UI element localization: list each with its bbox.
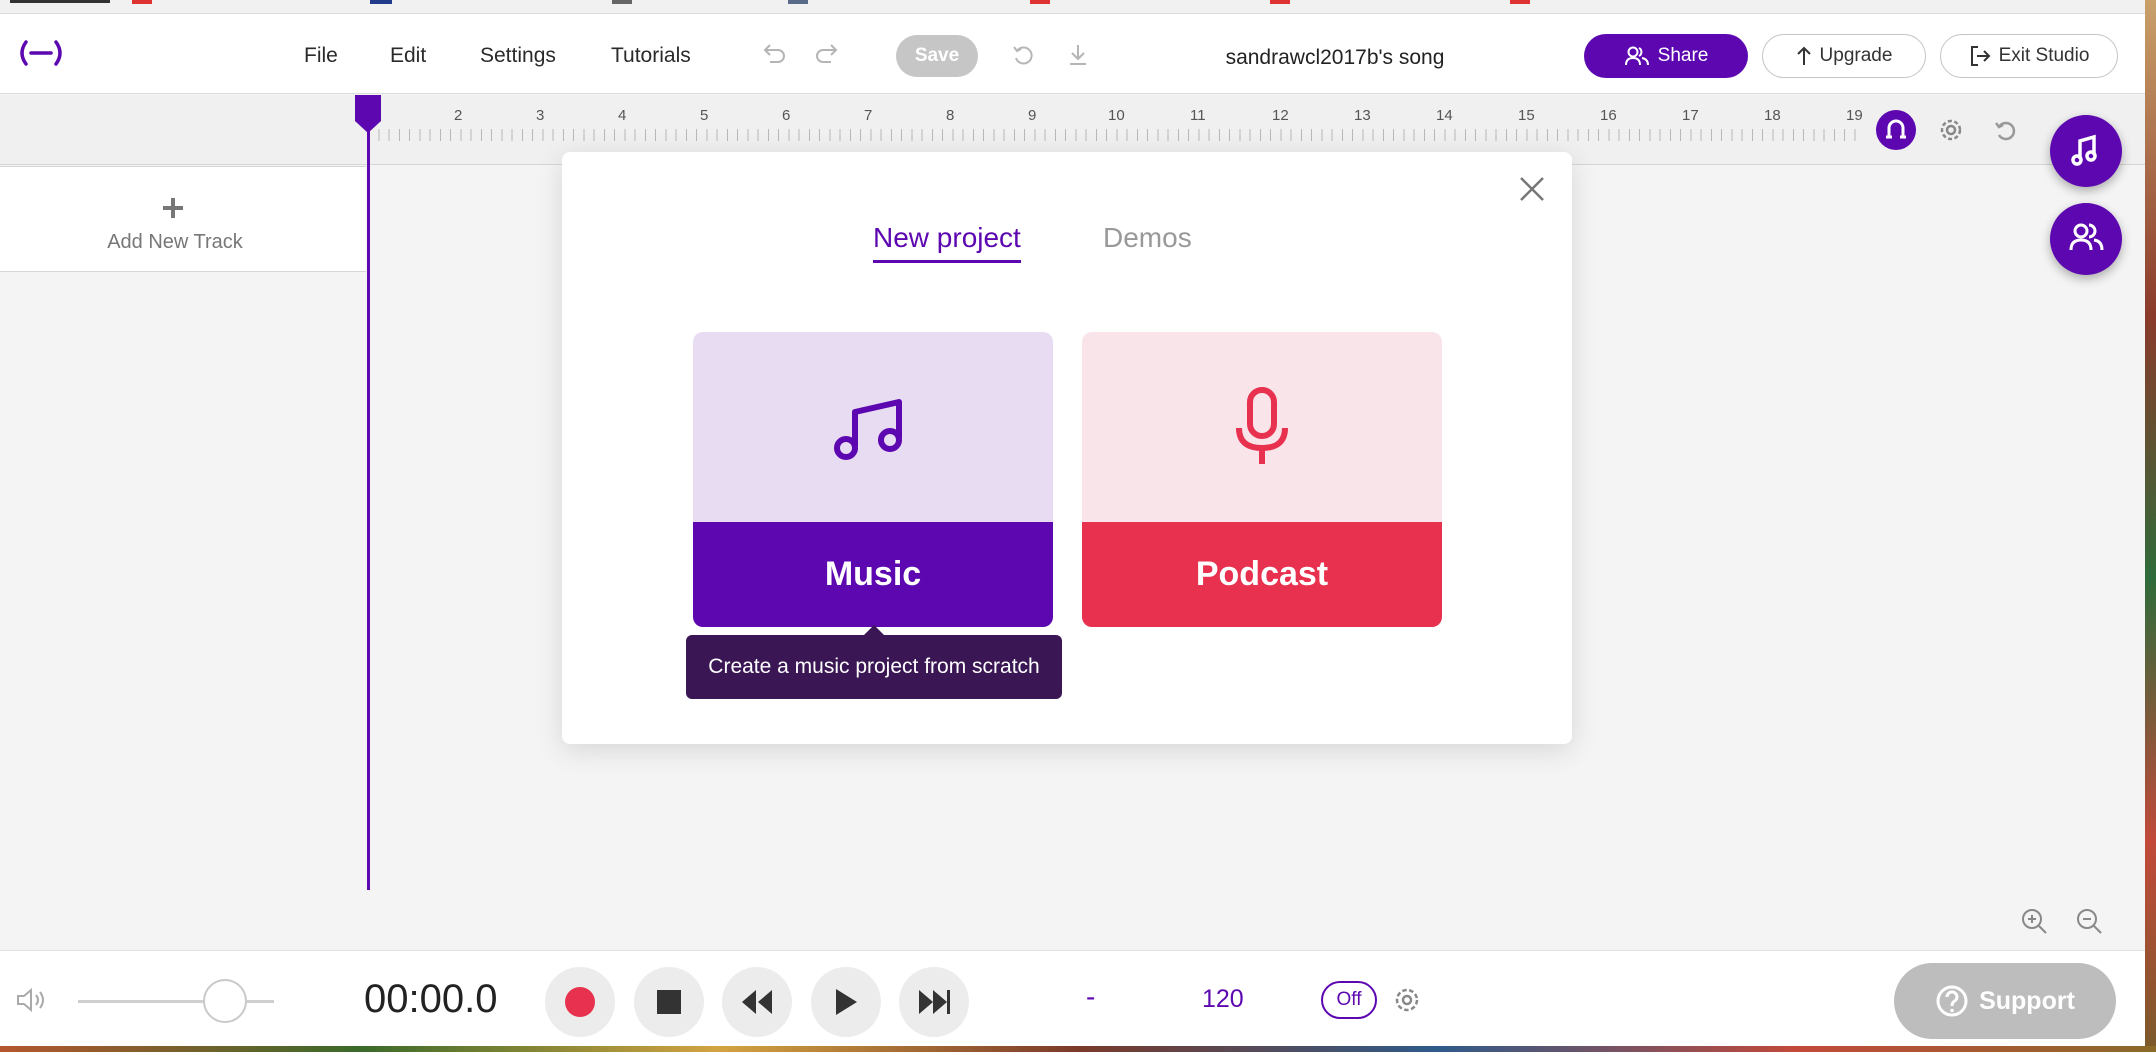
gear-icon[interactable] <box>1392 985 1422 1015</box>
upgrade-button[interactable]: Upgrade <box>1762 34 1926 78</box>
exit-icon <box>1970 46 1990 66</box>
download-icon[interactable] <box>1063 40 1093 70</box>
zoom-in-icon[interactable] <box>2019 906 2049 936</box>
ruler-tick: 10 <box>1108 107 1125 124</box>
podcast-card-illustration <box>1082 332 1442 522</box>
project-title[interactable]: sandrawcl2017b's song <box>1150 46 1520 70</box>
ruler-tick: 13 <box>1354 107 1371 124</box>
play-button[interactable] <box>811 967 881 1037</box>
ruler-tick: 19 <box>1846 107 1863 124</box>
ruler-tick: 12 <box>1272 107 1289 124</box>
ruler-tick: 8 <box>946 107 955 124</box>
support-label: Support <box>1979 986 2075 1015</box>
menu-edit[interactable]: Edit <box>390 44 426 68</box>
people-icon <box>1624 46 1649 66</box>
rewind-icon <box>742 990 772 1014</box>
music-card-tooltip: Create a music project from scratch <box>686 625 1062 699</box>
ruler-tick: 2 <box>454 107 463 124</box>
time-display: 00:00.0 <box>364 977 498 1021</box>
undo-icon[interactable] <box>758 40 788 70</box>
loop-icon[interactable] <box>1986 110 2026 150</box>
music-card-label: Music <box>693 522 1053 627</box>
tab-new-project[interactable]: New project <box>873 222 1021 263</box>
tab-demos[interactable]: Demos <box>1103 222 1192 254</box>
ruler-tick: 3 <box>536 107 545 124</box>
ruler-tick: 7 <box>864 107 873 124</box>
ruler-minor-ticks <box>368 129 1858 141</box>
add-new-track-label: Add New Track <box>107 231 243 253</box>
ruler-tick: 11 <box>1190 107 1206 124</box>
music-card-illustration <box>693 332 1053 522</box>
menu-tutorials[interactable]: Tutorials <box>611 44 691 68</box>
upgrade-label: Upgrade <box>1819 45 1893 66</box>
microphone-icon <box>1236 387 1288 464</box>
top-bar: File Edit Settings Tutorials Save sandra… <box>0 14 2145 94</box>
ruler-tick: 6 <box>782 107 791 124</box>
key-display[interactable]: - <box>1086 981 1095 1013</box>
rewind-button[interactable] <box>722 967 792 1037</box>
collaborators-fab[interactable] <box>2050 203 2122 275</box>
exit-studio-label: Exit Studio <box>1998 45 2090 66</box>
browser-tab-strip <box>0 0 2145 14</box>
save-button[interactable]: Save <box>896 35 978 77</box>
podcast-project-card[interactable]: Podcast <box>1082 332 1442 627</box>
ruler-tick: 17 <box>1682 107 1699 124</box>
ruler-tick: 4 <box>618 107 627 124</box>
ruler-tick: 16 <box>1600 107 1617 124</box>
play-icon <box>836 989 857 1015</box>
music-note-icon <box>834 399 902 460</box>
speaker-icon[interactable] <box>14 985 48 1015</box>
share-button[interactable]: Share <box>1584 34 1748 78</box>
ruler-tick: 18 <box>1764 107 1781 124</box>
metronome-toggle[interactable]: Off <box>1321 981 1377 1019</box>
share-label: Share <box>1657 45 1709 66</box>
arrow-up-icon <box>1796 46 1811 65</box>
podcast-card-label: Podcast <box>1082 522 1442 627</box>
exit-studio-button[interactable]: Exit Studio <box>1940 34 2118 78</box>
ruler-tick: 15 <box>1518 107 1535 124</box>
stop-icon <box>657 990 681 1014</box>
ruler-tick: 9 <box>1028 107 1037 124</box>
people-icon <box>2069 223 2104 251</box>
magnet-snap-icon[interactable] <box>1876 110 1916 150</box>
ruler-tick: 14 <box>1436 107 1453 124</box>
redo-icon[interactable] <box>813 40 843 70</box>
desktop-background-edge <box>0 1046 2156 1052</box>
playhead-line <box>367 126 370 890</box>
gear-icon[interactable] <box>1931 110 1971 150</box>
plus-icon <box>163 198 183 218</box>
instruments-fab[interactable] <box>2050 115 2122 187</box>
new-project-dialog: New project Demos Music Podcast Create a… <box>562 152 1572 744</box>
music-project-card[interactable]: Music <box>693 332 1053 627</box>
record-button[interactable] <box>545 967 615 1037</box>
record-icon <box>565 987 595 1017</box>
bpm-display[interactable]: 120 <box>1202 985 1244 1014</box>
transport-bar: 00:00.0 - 120 Off Support <box>0 950 2145 1046</box>
master-volume-knob[interactable] <box>203 979 247 1023</box>
ruler-tick: 5 <box>700 107 709 124</box>
music-note-icon <box>2071 134 2097 166</box>
support-button[interactable]: Support <box>1894 963 2116 1039</box>
revert-icon[interactable] <box>1008 40 1038 70</box>
menu-file[interactable]: File <box>304 44 338 68</box>
fast-forward-icon <box>919 990 950 1014</box>
stop-button[interactable] <box>634 967 704 1037</box>
add-track-panel[interactable]: Add New Track <box>0 166 366 272</box>
zoom-out-icon[interactable] <box>2074 906 2104 936</box>
fast-forward-button[interactable] <box>899 967 969 1037</box>
desktop-background-edge <box>2145 0 2156 1052</box>
bandlab-logo-icon[interactable] <box>16 38 66 68</box>
help-icon <box>1936 985 1968 1017</box>
menu-settings[interactable]: Settings <box>480 44 556 68</box>
close-icon[interactable] <box>1517 174 1547 204</box>
